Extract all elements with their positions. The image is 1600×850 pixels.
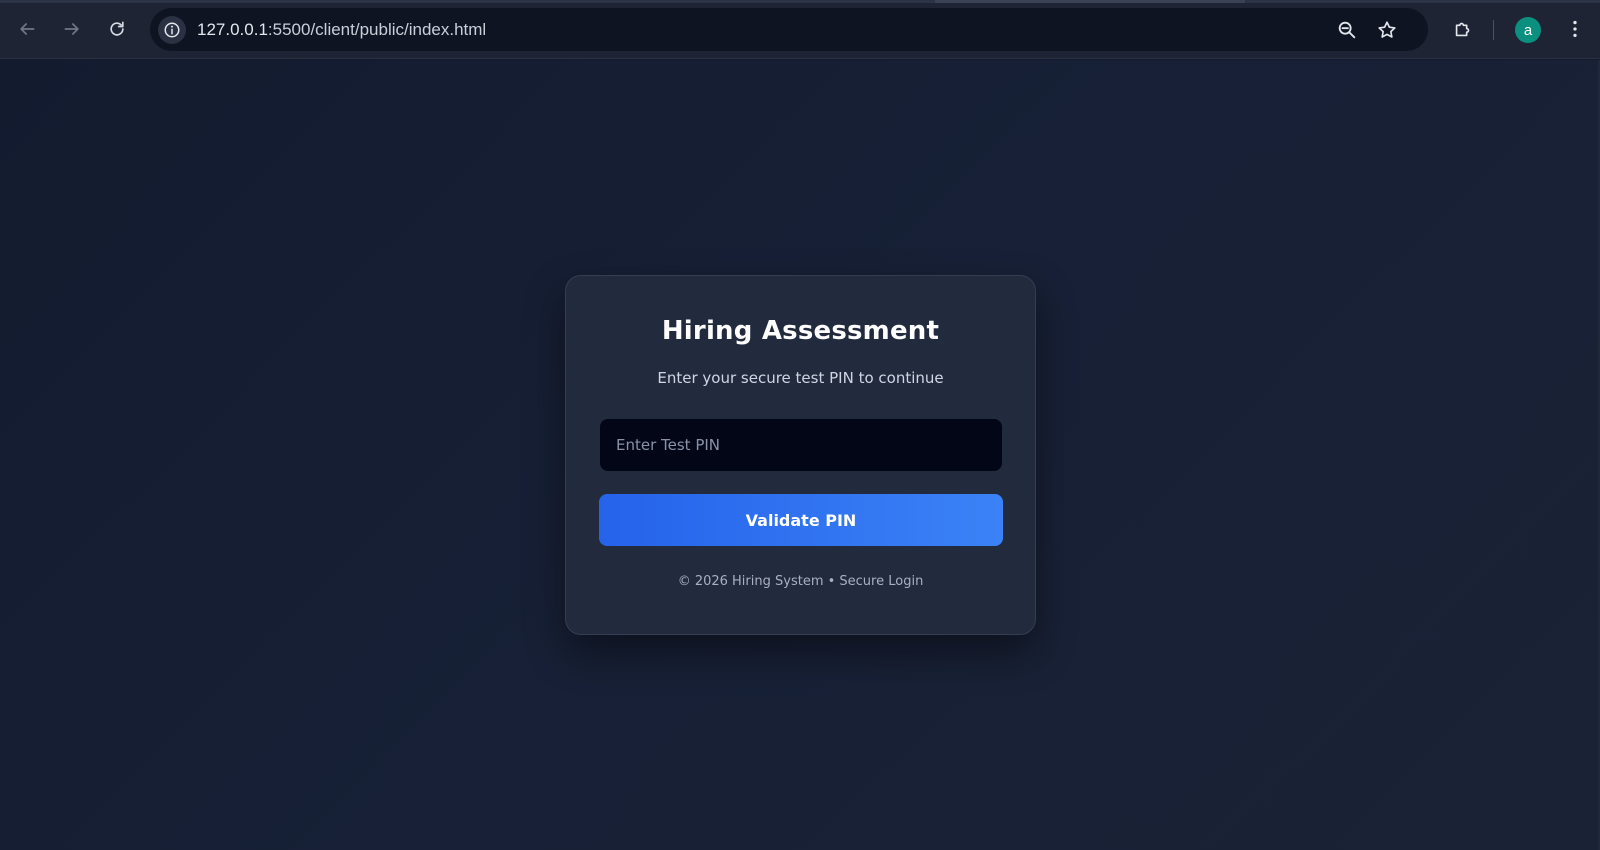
card-footer: © 2026 Hiring System • Secure Login [677,574,924,589]
page-title: Hiring Assessment [661,316,940,346]
puzzle-icon [1455,22,1470,37]
bookmark-button[interactable] [1374,17,1400,43]
star-icon [1378,21,1396,38]
forward-arrow-icon [64,23,79,35]
extensions-button[interactable] [1448,14,1478,44]
toolbar-divider [1493,20,1494,40]
url-host: 127.0.0.1 [197,20,268,39]
active-tab-indicator[interactable] [935,0,1245,3]
profile-avatar[interactable]: a [1515,17,1541,43]
back-button[interactable] [11,13,43,45]
zoom-icon [1338,21,1356,39]
back-arrow-icon [20,23,35,35]
browser-menu-button[interactable] [1560,14,1590,44]
site-info-button[interactable] [158,16,186,44]
reload-icon [110,21,124,36]
zoom-button[interactable] [1334,17,1360,43]
tab-strip [0,0,1600,3]
page-viewport: Hiring Assessment Enter your secure test… [0,60,1600,850]
kebab-menu-icon [1573,20,1577,38]
reload-button[interactable] [101,13,133,45]
url-text[interactable]: 127.0.0.1:5500/client/public/index.html [197,20,486,40]
test-pin-input[interactable] [600,419,1002,471]
login-card: Hiring Assessment Enter your secure test… [565,275,1036,635]
address-bar[interactable]: 127.0.0.1:5500/client/public/index.html [150,8,1428,51]
browser-toolbar: 127.0.0.1:5500/client/public/index.html … [0,0,1600,59]
info-icon [164,22,180,38]
url-path: :5500/client/public/index.html [267,20,487,39]
validate-pin-button[interactable]: Validate PIN [599,494,1003,546]
forward-button[interactable] [56,13,88,45]
page-subtitle: Enter your secure test PIN to continue [657,369,944,387]
